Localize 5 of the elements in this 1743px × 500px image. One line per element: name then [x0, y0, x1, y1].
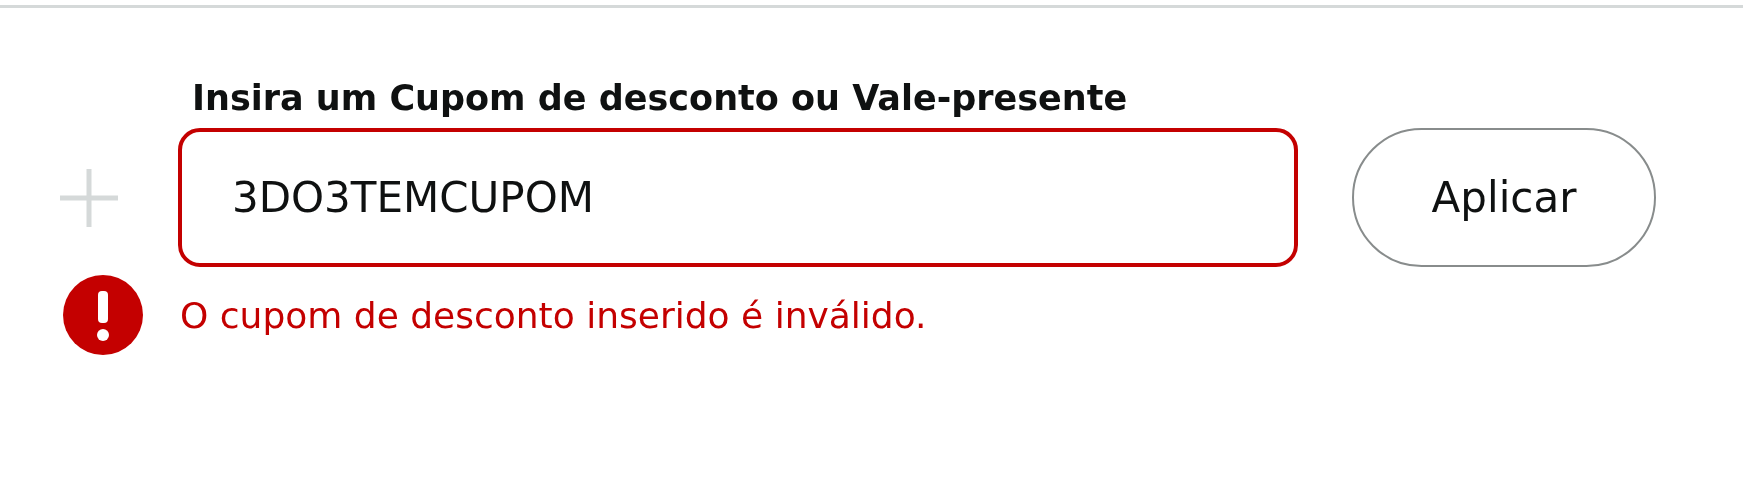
error-icon [63, 275, 143, 355]
coupon-heading: Insira um Cupom de desconto ou Vale-presente [191, 78, 1129, 118]
error-message: O cupom de desconto inserido é inválido. [179, 294, 928, 336]
coupon-input-field[interactable]: 3DO3TEMCUPOM [178, 128, 1298, 267]
apply-button[interactable]: Aplicar [1352, 128, 1656, 267]
